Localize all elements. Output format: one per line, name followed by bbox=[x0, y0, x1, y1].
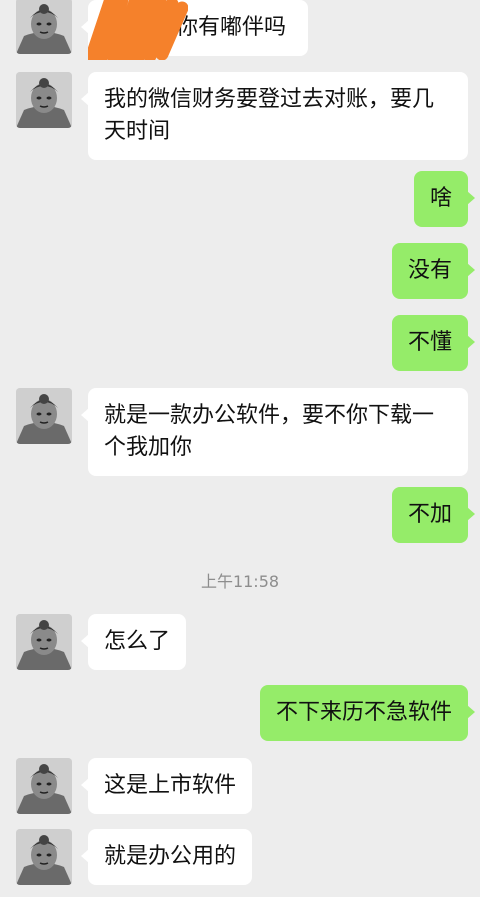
contact-avatar[interactable] bbox=[16, 72, 72, 128]
message-bubble[interactable]: 不下来历不急软件 bbox=[259, 685, 476, 741]
portrait-avatar-icon bbox=[16, 388, 72, 444]
message-text: 不加 bbox=[407, 502, 452, 527]
message-text: 啥 bbox=[429, 186, 452, 211]
message-text: 你有嘟伴吗 bbox=[176, 15, 287, 40]
contact-avatar[interactable] bbox=[16, 388, 72, 444]
message-text: 不懂 bbox=[407, 330, 452, 355]
message-text: 就是办公用的 bbox=[104, 844, 237, 869]
message-bubble[interactable]: 啥 bbox=[413, 171, 476, 227]
contact-avatar[interactable] bbox=[16, 829, 72, 885]
portrait-avatar-icon bbox=[16, 72, 72, 128]
message-text: 怎么了 bbox=[104, 629, 171, 654]
message-text: 这是上市软件 bbox=[104, 773, 237, 798]
message-bubble[interactable]: 就是一款办公软件，要不你下载一个我加你 bbox=[81, 388, 468, 476]
contact-avatar[interactable] bbox=[16, 0, 72, 54]
message-bubble[interactable]: 没有 bbox=[391, 243, 476, 299]
contact-avatar[interactable] bbox=[16, 614, 72, 670]
redaction-scribble-icon bbox=[88, 0, 188, 60]
message-text: 我的微信财务要登过去对账，要几天时间 bbox=[104, 87, 435, 144]
message-timestamp: 上午11:58 bbox=[200, 572, 280, 591]
message-bubble[interactable]: 就是办公用的 bbox=[80, 829, 253, 885]
portrait-avatar-icon bbox=[16, 829, 72, 885]
message-bubble[interactable]: 我的微信财务要登过去对账，要几天时间 bbox=[81, 72, 468, 160]
message-bubble[interactable]: 不懂 bbox=[391, 315, 476, 371]
message-bubble[interactable]: 这是上市软件 bbox=[80, 758, 253, 814]
message-bubble[interactable]: 怎么了 bbox=[80, 614, 187, 670]
message-text: 没有 bbox=[407, 258, 452, 283]
message-bubble[interactable]: 不加 bbox=[391, 487, 476, 543]
portrait-avatar-icon bbox=[16, 614, 72, 670]
contact-avatar[interactable] bbox=[16, 758, 72, 814]
message-text: 就是一款办公软件，要不你下载一个我加你 bbox=[104, 403, 435, 460]
portrait-avatar-icon bbox=[16, 0, 72, 54]
portrait-avatar-icon bbox=[16, 758, 72, 814]
message-text: 不下来历不急软件 bbox=[275, 700, 452, 725]
